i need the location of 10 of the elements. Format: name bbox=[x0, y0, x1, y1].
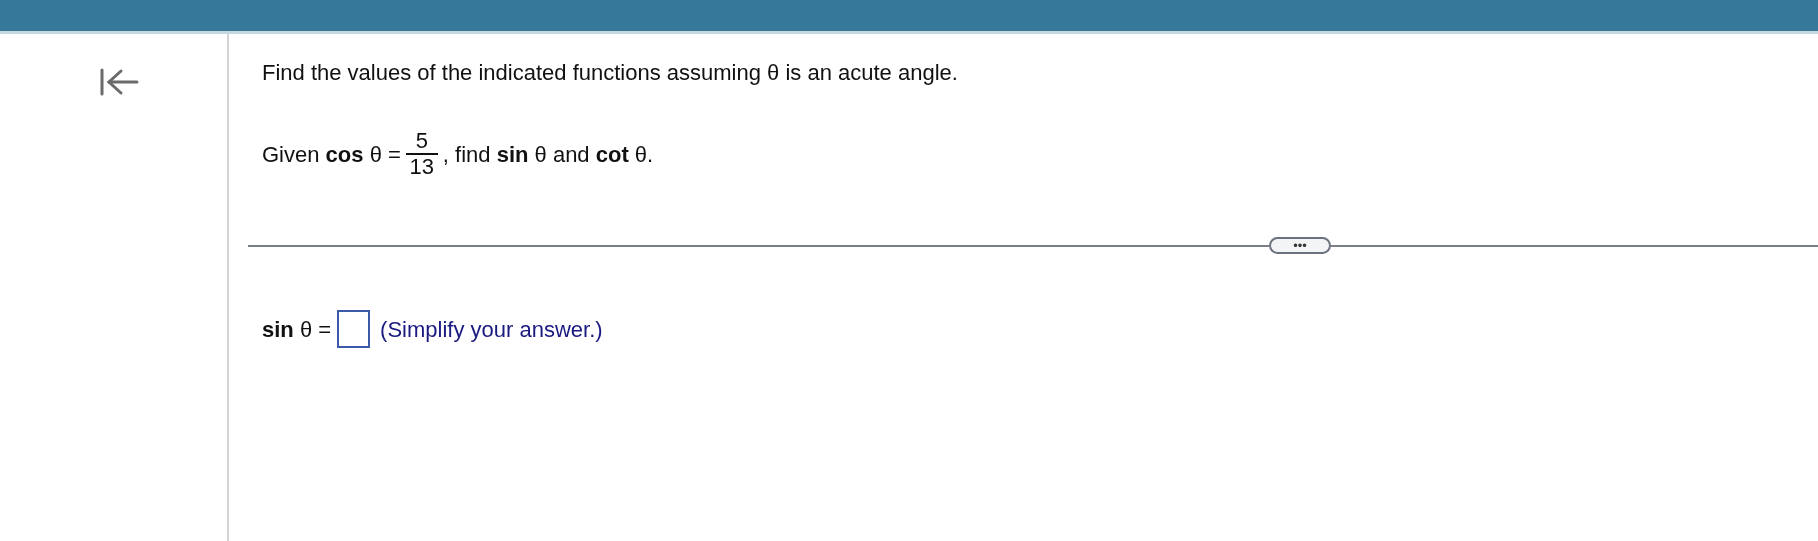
hint-text: (Simplify your answer.) bbox=[380, 315, 603, 344]
answer-box[interactable] bbox=[337, 310, 371, 348]
more-button[interactable]: ••• bbox=[1269, 237, 1331, 254]
fraction-denominator: 13 bbox=[409, 155, 435, 179]
given-text: Given cos θ = bbox=[262, 140, 401, 169]
instruction-text: Find the values of the indicated functions assuming θ is an acute angle. bbox=[262, 59, 959, 87]
collapse-arrow-icon[interactable] bbox=[98, 68, 139, 96]
fraction-numerator: 5 bbox=[415, 129, 428, 153]
answer-label: sin θ = bbox=[262, 315, 332, 344]
given-text: , find sin θ and cot θ. bbox=[442, 140, 654, 169]
